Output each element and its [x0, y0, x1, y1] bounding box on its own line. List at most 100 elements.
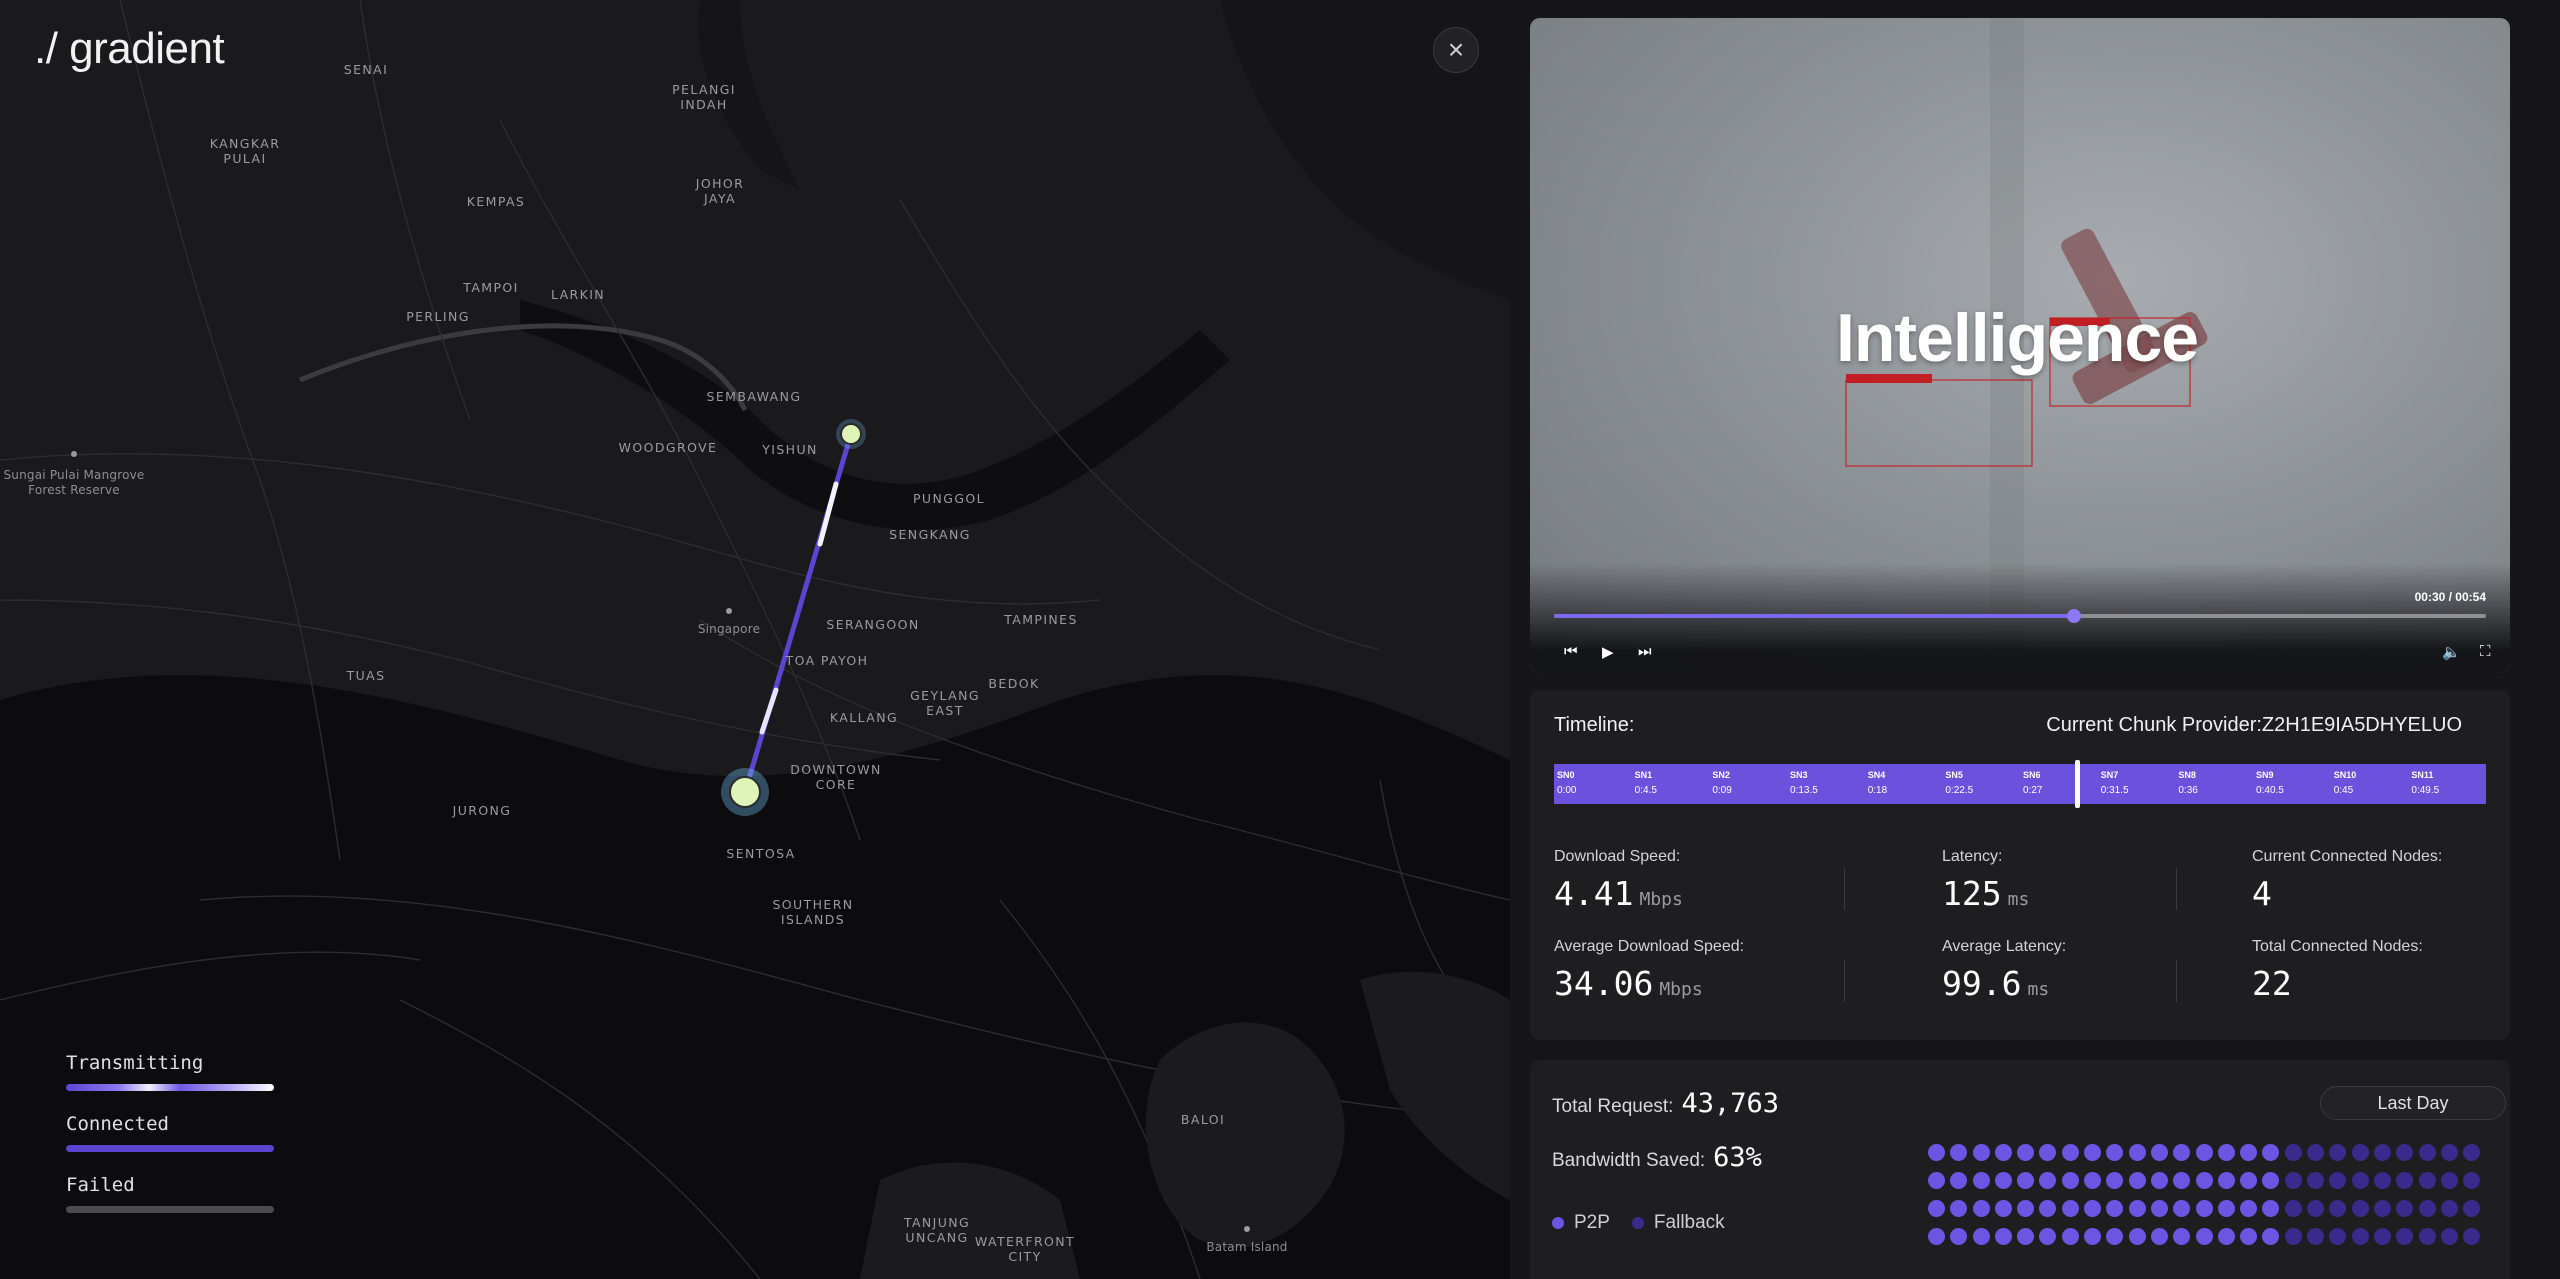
segment-time: 0:00: [1557, 785, 1577, 796]
stat-number: 99.6: [1942, 964, 2022, 1003]
range-select-button[interactable]: Last Day: [2320, 1086, 2506, 1120]
stat-label: Total Connected Nodes:: [2252, 938, 2423, 955]
timeline-segment[interactable]: SN3 0:13.5: [1787, 764, 1865, 804]
place-label: SENAI: [343, 62, 389, 77]
p2p-dot: [2128, 1200, 2146, 1217]
p2p-dot: [2195, 1172, 2213, 1189]
p2p-dot: [2173, 1144, 2191, 1161]
legend-swatch: [66, 1145, 274, 1152]
stat-number: 4.41: [1554, 874, 1634, 913]
segment-id: SN5: [1945, 770, 1963, 780]
fallback-dot: [2351, 1228, 2369, 1245]
poi-label: Singapore: [697, 622, 761, 636]
summary-card: Total Request: 43,763 Bandwidth Saved: 63%…: [1530, 1060, 2510, 1279]
timeline-cursor[interactable]: [2074, 760, 2080, 808]
timeline-segment[interactable]: SN7 0:31.5: [2098, 764, 2176, 804]
timeline-segment[interactable]: SN1 0:4.5: [1632, 764, 1710, 804]
p2p-dot: [2106, 1228, 2124, 1245]
place-label: TAMPINES: [1004, 612, 1078, 627]
stat-avg-latency: Average Latency: 99.6 ms: [1942, 938, 2066, 1003]
place-label: TUAS: [346, 668, 386, 683]
place-label: SEMBAWANG: [706, 389, 802, 404]
total-request-label: Total Request:: [1552, 1096, 1674, 1117]
p2p-dot: [2150, 1172, 2168, 1189]
p2p-dot: [1972, 1144, 1990, 1161]
p2p-dot: [2262, 1172, 2280, 1189]
legend-p2p-label: P2P: [1574, 1212, 1610, 1233]
timeline-segment[interactable]: SN11 0:49.5: [2408, 764, 2486, 804]
p2p-dot: [2240, 1228, 2258, 1245]
place-label: JURONG: [452, 803, 512, 818]
timeline-segment[interactable]: SN2 0:09: [1709, 764, 1787, 804]
timeline-segment[interactable]: SN9 0:40.5: [2253, 764, 2331, 804]
p2p-dot: [2039, 1172, 2057, 1189]
p2p-dot: [2217, 1228, 2235, 1245]
stat-download-speed: Download Speed: 4.41 Mbps: [1554, 848, 1683, 913]
place-label: KEMPAS: [466, 194, 526, 209]
place-label: SENGKANG: [889, 527, 971, 542]
stat-value: 34.06 Mbps: [1554, 964, 1744, 1003]
request-legend: P2P Fallback: [1552, 1212, 1725, 1234]
place-label: SERANGOON: [826, 617, 920, 632]
segment-time: 0:40.5: [2256, 785, 2284, 796]
poi-marker-icon: [1244, 1226, 1250, 1232]
video-player[interactable]: Intelligence 00:30 / 00:54 ⏮ ▶ ⏭ 🔈 ⛶: [1530, 18, 2510, 673]
fallback-dot: [2463, 1228, 2481, 1245]
map-legend: Transmitting Connected Failed: [66, 1052, 276, 1235]
p2p-dot: [2173, 1172, 2191, 1189]
close-button[interactable]: ×: [1433, 27, 1479, 73]
fallback-dot: [2307, 1200, 2325, 1217]
segment-time: 0:49.5: [2411, 785, 2440, 796]
skip-forward-icon[interactable]: ⏭: [1638, 643, 1652, 660]
timeline-segment[interactable]: SN4 0:18: [1865, 764, 1943, 804]
legend-label: Connected: [66, 1113, 169, 1135]
poi-marker-icon: [71, 451, 77, 457]
segment-time: 0:45: [2333, 785, 2354, 796]
mute-icon[interactable]: 🔈: [2442, 643, 2461, 661]
p2p-dot: [2240, 1144, 2258, 1161]
p2p-dot: [1928, 1172, 1945, 1189]
map-node-yishun[interactable]: [836, 419, 866, 449]
p2p-dot: [2217, 1200, 2235, 1217]
fallback-dot: [2284, 1172, 2302, 1189]
place-label: KANGKAR PULAI: [209, 136, 281, 166]
seek-handle[interactable]: [2067, 609, 2082, 623]
fallback-dot: [2284, 1200, 2302, 1217]
request-dot-grid: [1928, 1144, 2488, 1256]
bandwidth-saved: Bandwidth Saved: 63%: [1552, 1142, 1762, 1173]
p2p-dot: [2084, 1200, 2102, 1217]
p2p-dot: [1994, 1228, 2012, 1245]
p2p-dot: [1994, 1200, 2012, 1217]
fallback-dot: [2329, 1144, 2347, 1161]
p2p-dot: [2106, 1144, 2124, 1161]
p2p-dot: [1950, 1228, 1968, 1245]
map-view[interactable]: ./ gradient SENAI PELANGI INDAH KANGKAR PU…: [0, 0, 1510, 1279]
segment-id: SN3: [1790, 770, 1808, 780]
place-label: KALLANG: [829, 710, 899, 725]
seek-bar[interactable]: [1554, 609, 2486, 623]
timeline-segment[interactable]: SN8 0:36: [2175, 764, 2253, 804]
p2p-dot: [2128, 1172, 2146, 1189]
timeline-segment[interactable]: SN6 0:27: [2020, 764, 2098, 804]
fallback-dot: [2307, 1228, 2325, 1245]
chunk-provider: Current Chunk Provider:Z2H1E9IA5DHYELUO: [2046, 714, 2462, 737]
timeline-strip[interactable]: SN0 0:00 SN1 0:4.5 SN2 0:09 SN3 0:13.5 SN4 0:18 SN…: [1554, 764, 2486, 804]
map-node-sentosa[interactable]: [721, 768, 769, 816]
timeline-segment[interactable]: SN5 0:22.5: [1942, 764, 2020, 804]
segment-id: SN1: [1634, 770, 1653, 780]
place-label: TANJUNG UNCANG: [903, 1215, 971, 1245]
p2p-dot: [2128, 1144, 2146, 1161]
stat-number: 34.06: [1554, 964, 1654, 1003]
skip-back-icon[interactable]: ⏮: [1564, 643, 1578, 660]
play-icon[interactable]: ▶: [1602, 643, 1614, 661]
timeline-segment[interactable]: SN10 0:45: [2331, 764, 2409, 804]
legend-transmitting: Transmitting: [66, 1052, 276, 1091]
fullscreen-icon[interactable]: ⛶: [2480, 643, 2491, 660]
segment-id: SN4: [1867, 770, 1886, 780]
p2p-dot: [2084, 1144, 2102, 1161]
legend-connected: Connected: [66, 1113, 276, 1152]
timeline-segment[interactable]: SN0 0:00: [1554, 764, 1632, 804]
chunk-provider-label: Current Chunk Provider:: [2046, 714, 2262, 736]
stat-value: 4.41 Mbps: [1554, 874, 1683, 913]
p2p-dot: [2039, 1228, 2057, 1245]
